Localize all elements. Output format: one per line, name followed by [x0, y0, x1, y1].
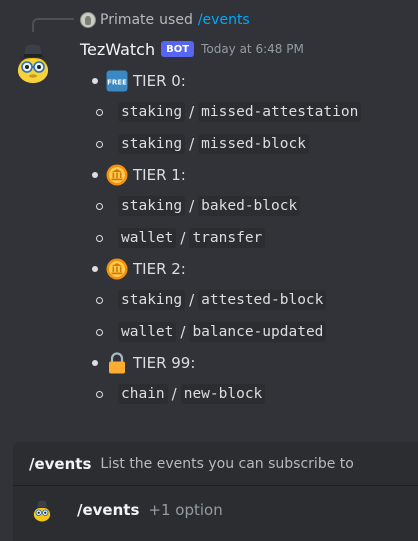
- event-name: transfer: [189, 228, 266, 248]
- tier-item: FREE TIER 0:: [92, 69, 186, 93]
- command-description-row: /events List the events you can subscrib…: [29, 453, 354, 475]
- event-name: new-block: [180, 384, 266, 404]
- event-item: chain / new-block: [96, 382, 266, 406]
- reply-context[interactable]: Primate used /events: [80, 11, 250, 29]
- event-name: attested-block: [198, 290, 327, 310]
- event-separator: /: [189, 135, 195, 153]
- event-category: staking: [118, 102, 186, 122]
- command-option-name[interactable]: /events: [77, 501, 139, 519]
- command-description: List the events you can subscribe to: [100, 456, 354, 472]
- event-separator: /: [189, 291, 195, 309]
- bot-badge: BOT: [161, 41, 195, 57]
- tier-item: TIER 99:: [92, 351, 195, 375]
- command-option-row[interactable]: /events +1 option: [13, 488, 418, 532]
- event-separator: /: [189, 197, 195, 215]
- bullet: [96, 108, 103, 116]
- command-name: /events: [29, 455, 92, 473]
- reply-used-text: used: [159, 12, 193, 28]
- bot-avatar[interactable]: [13, 40, 53, 84]
- event-category: wallet: [118, 228, 177, 248]
- event-separator: /: [180, 323, 186, 341]
- bullet: [92, 172, 98, 178]
- bullet: [92, 360, 98, 366]
- event-item: staking / baked-block: [96, 194, 301, 218]
- bullet: [92, 266, 98, 272]
- bot-avatar-small: [33, 500, 51, 522]
- svg-text:FREE: FREE: [107, 79, 127, 87]
- event-item: staking / missed-block: [96, 132, 309, 156]
- tier-item: TIER 1:: [92, 163, 186, 187]
- tier-label: TIER 2:: [133, 260, 186, 278]
- tier-label: TIER 1:: [133, 166, 186, 184]
- event-item: staking / missed-attestation: [96, 100, 362, 124]
- tier-label: TIER 0:: [133, 72, 186, 90]
- reply-command-link[interactable]: /events: [198, 12, 250, 28]
- event-separator: /: [171, 385, 177, 403]
- tier-item: TIER 2:: [92, 257, 186, 281]
- bullet: [96, 202, 103, 210]
- free-icon: FREE: [106, 70, 128, 92]
- message-header: TezWatch BOT Today at 6:48 PM: [80, 38, 304, 60]
- coin-icon: [106, 164, 128, 186]
- tier-label: TIER 99:: [133, 354, 196, 372]
- bullet: [96, 234, 103, 242]
- event-category: staking: [118, 196, 186, 216]
- event-name: missed-attestation: [198, 102, 362, 122]
- event-category: chain: [118, 384, 168, 404]
- message-timestamp[interactable]: Today at 6:48 PM: [201, 42, 304, 56]
- bullet: [96, 296, 103, 304]
- event-separator: /: [180, 229, 186, 247]
- replied-username[interactable]: Primate: [100, 12, 154, 28]
- event-item: wallet / balance-updated: [96, 320, 327, 344]
- bullet: [92, 78, 98, 84]
- event-name: baked-block: [198, 196, 301, 216]
- reply-connector: [32, 18, 74, 32]
- coin-icon: [106, 258, 128, 280]
- event-item: staking / attested-block: [96, 288, 327, 312]
- bot-username[interactable]: TezWatch: [80, 40, 155, 59]
- bullet: [96, 390, 103, 398]
- divider: [13, 485, 418, 486]
- event-name: balance-updated: [189, 322, 327, 342]
- event-item: wallet / transfer: [96, 226, 266, 250]
- bullet: [96, 328, 103, 336]
- event-category: staking: [118, 134, 186, 154]
- event-category: wallet: [118, 322, 177, 342]
- event-name: missed-block: [198, 134, 309, 154]
- replied-user-avatar[interactable]: [80, 12, 96, 28]
- lock-icon: [109, 352, 125, 374]
- command-autocomplete-panel: /events List the events you can subscrib…: [13, 442, 418, 541]
- event-separator: /: [189, 103, 195, 121]
- event-category: staking: [118, 290, 186, 310]
- bullet: [96, 140, 103, 148]
- command-option-count: +1 option: [148, 501, 223, 519]
